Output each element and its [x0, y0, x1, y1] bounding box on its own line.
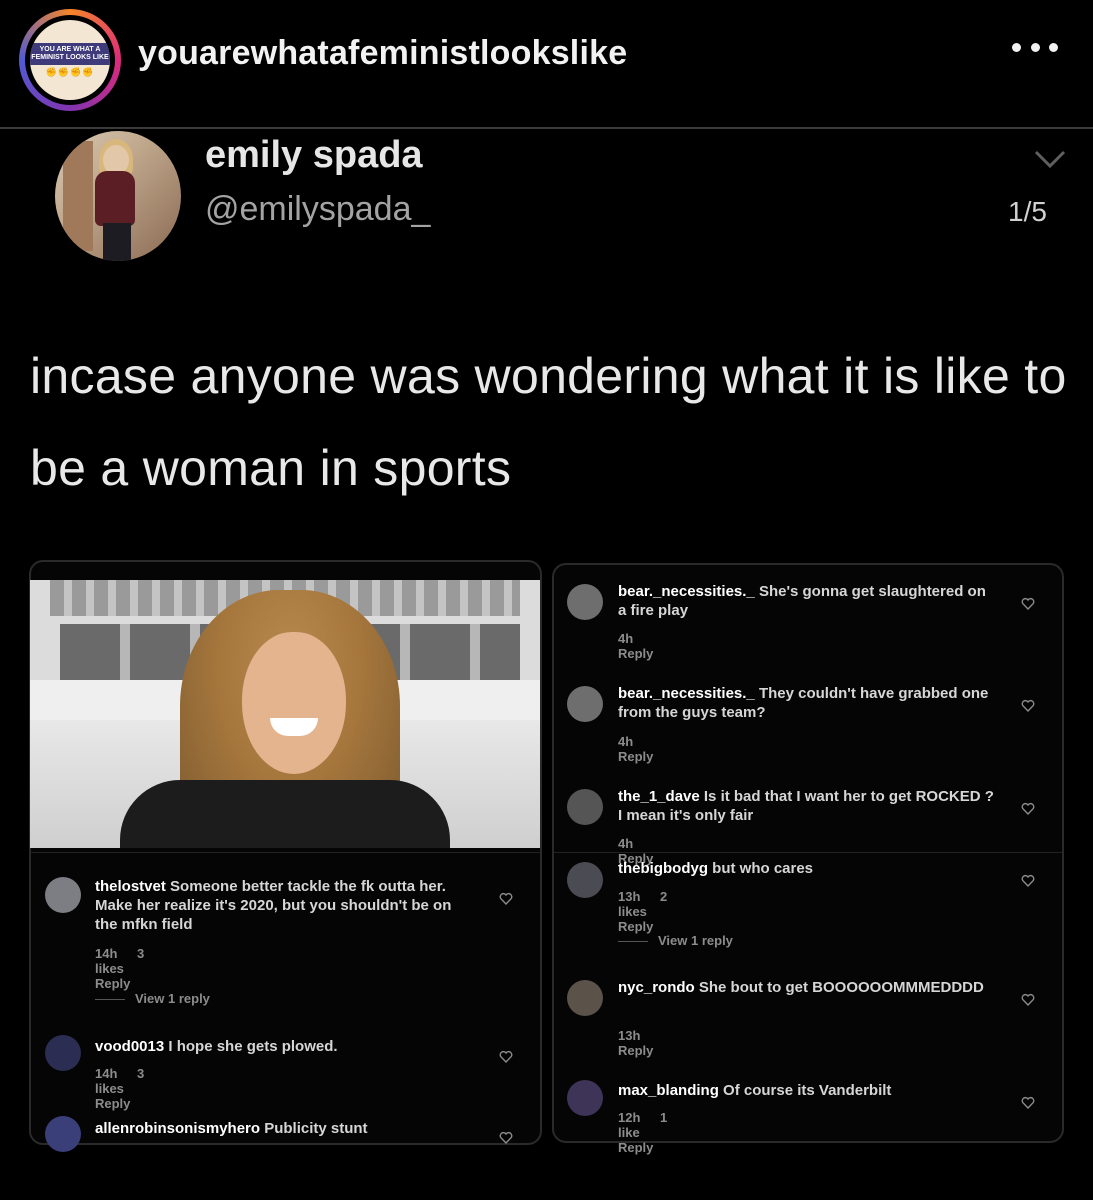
- reply-button[interactable]: Reply: [618, 749, 653, 764]
- commenter-avatar[interactable]: [567, 789, 603, 825]
- tweet-text: incase anyone was wondering what it is l…: [30, 348, 1067, 496]
- comment-time: 14h: [95, 1066, 118, 1081]
- comment-username[interactable]: thelostvet: [95, 878, 166, 895]
- commenter-avatar[interactable]: [567, 1080, 603, 1116]
- comment-time: 12h: [618, 1110, 641, 1125]
- view-replies-link[interactable]: View 1 reply: [95, 991, 210, 1006]
- tweet-author-avatar: [55, 131, 181, 261]
- header-divider: [0, 127, 1093, 129]
- heart-icon[interactable]: [499, 892, 513, 906]
- heart-icon[interactable]: [1021, 802, 1035, 816]
- heart-icon[interactable]: [1021, 699, 1035, 713]
- chevron-down-icon[interactable]: [1033, 148, 1067, 170]
- commenter-avatar[interactable]: [45, 1116, 81, 1152]
- commenter-avatar[interactable]: [45, 1035, 81, 1071]
- comment-text: Publicity stunt: [264, 1120, 368, 1137]
- tweet-author-name: emily spada: [205, 134, 423, 176]
- view-replies-link[interactable]: View 1 reply: [618, 933, 733, 948]
- more-options-icon[interactable]: [1012, 40, 1058, 54]
- comment-username[interactable]: nyc_rondo: [618, 979, 695, 996]
- comment-time: 14h: [95, 946, 118, 961]
- comment-text: Of course its Vanderbilt: [723, 1082, 892, 1099]
- commenter-avatar[interactable]: [567, 980, 603, 1016]
- comment-username[interactable]: max_blanding: [618, 1082, 719, 1099]
- heart-icon[interactable]: [1021, 1096, 1035, 1110]
- commenter-avatar[interactable]: [45, 877, 81, 913]
- reply-button[interactable]: Reply: [618, 919, 653, 934]
- comment-time: 4h: [618, 734, 634, 749]
- player-photo: [30, 580, 540, 848]
- commenter-avatar[interactable]: [567, 862, 603, 898]
- reply-button[interactable]: Reply: [618, 1043, 653, 1058]
- heart-icon[interactable]: [1021, 597, 1035, 611]
- comment-username[interactable]: vood0013: [95, 1038, 164, 1055]
- reply-button[interactable]: Reply: [95, 976, 130, 991]
- reply-button[interactable]: Reply: [618, 1140, 653, 1155]
- account-name[interactable]: youarewhatafeministlookslike: [138, 34, 627, 73]
- post-header: YOU ARE WHAT A FEMINIST LOOKS LIKE ✊✊✊✊ …: [0, 0, 1093, 122]
- comment-time: 13h: [618, 1028, 641, 1043]
- heart-icon[interactable]: [1021, 993, 1035, 1007]
- heart-icon[interactable]: [499, 1050, 513, 1064]
- commenter-avatar[interactable]: [567, 584, 603, 620]
- comment-text: I hope she gets plowed.: [168, 1038, 338, 1055]
- comment-time: 4h: [618, 836, 634, 851]
- heart-icon[interactable]: [1021, 874, 1035, 888]
- comment-username[interactable]: bear._necessities._: [618, 685, 755, 702]
- comment-username[interactable]: allenrobinsonismyhero: [95, 1120, 260, 1137]
- slide-counter: 1/5: [1008, 196, 1047, 227]
- comment-username[interactable]: thebigbodyg: [618, 860, 708, 877]
- comment-time: 13h: [618, 889, 641, 904]
- avatar-logo-text: YOU ARE WHAT A FEMINIST LOOKS LIKE: [30, 42, 110, 65]
- comment-text: She bout to get BOOOOOOMMMEDDDD: [698, 979, 984, 996]
- reply-button[interactable]: Reply: [95, 1096, 130, 1111]
- left-panel-divider: [30, 852, 540, 853]
- comment-username[interactable]: the_1_dave: [618, 788, 700, 805]
- heart-icon[interactable]: [499, 1131, 513, 1145]
- fists-icon: ✊✊✊✊: [45, 66, 95, 77]
- reply-button[interactable]: Reply: [618, 646, 653, 661]
- comment-username[interactable]: bear._necessities._: [618, 583, 755, 600]
- commenter-avatar[interactable]: [567, 686, 603, 722]
- tweet-author-handle: @emilyspada_: [205, 190, 431, 228]
- account-avatar[interactable]: YOU ARE WHAT A FEMINIST LOOKS LIKE ✊✊✊✊: [19, 9, 121, 111]
- comment-text: but who cares: [712, 860, 814, 877]
- comment-time: 4h: [618, 631, 634, 646]
